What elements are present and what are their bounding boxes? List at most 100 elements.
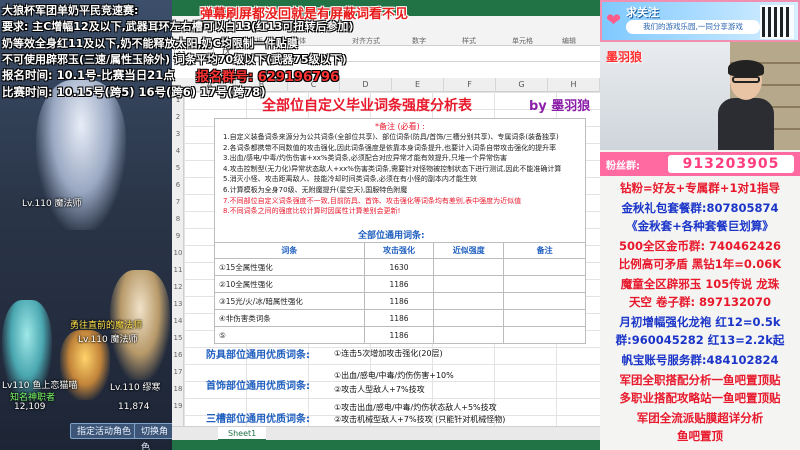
worksheet-grid[interactable]: 全部位自定义毕业词条强度分析表 by 墨羽狼 *备注 (必看) : 1.自定义装…	[184, 92, 600, 426]
row-header[interactable]: 17	[172, 368, 184, 376]
table-row[interactable]: ②10全属性强化 1186	[214, 275, 586, 293]
affix-attack[interactable]: 1630	[363, 258, 435, 276]
row-header[interactable]: 11	[172, 266, 184, 274]
affix-attack[interactable]: 1186	[363, 292, 435, 310]
affix-note[interactable]	[503, 275, 586, 293]
affix-attack[interactable]: 1186	[363, 309, 435, 327]
jewelry-affix-value[interactable]: ②攻击人型敌人+7%技攻	[334, 384, 425, 395]
promo-line: 500全区金币群: 740462426	[618, 239, 782, 253]
game-label-1: Lv.110 魔法师	[22, 199, 82, 209]
promo-line: 月初增幅强化龙袍 红12=0.5k	[619, 315, 781, 329]
column-header[interactable]: G	[496, 78, 548, 92]
select-event-character-button[interactable]: 指定活动角色	[70, 423, 139, 439]
note-line: 2.各词条都携带不同数值的攻击强化,因此词条强度是依靠本身词条提升,也要计入词条…	[223, 143, 557, 152]
overlay-line: 比赛时间: 10.15号(跨5) 16号(跨6) 17号(跨78)	[2, 85, 266, 99]
promo-line: 比例高可矛盾 黑钻1年=0.06K	[618, 257, 782, 271]
follow-tagline: 我们的游戏乐园,一同分享游戏	[626, 20, 760, 34]
table-row[interactable]: ④非伤害类词条 1186	[214, 309, 586, 327]
promo-line: 《金秋套+各种套餐巨划算》	[626, 219, 774, 233]
column-header[interactable]: F	[444, 78, 496, 92]
row-header[interactable]: 6	[172, 181, 184, 189]
overlay-line: 大狼杯军团单奶平民竞速赛:	[2, 4, 139, 17]
promo-line: 军团全流派贴膜超详分析	[636, 411, 764, 425]
table-header[interactable]: 词条	[214, 242, 365, 259]
ribbon-group-editing[interactable]: 编辑	[562, 36, 576, 46]
affix-note[interactable]	[503, 258, 586, 276]
promo-line: 军团全职搭配分析一鱼吧置顶贴	[619, 373, 781, 387]
affix-attack[interactable]: 1186	[363, 326, 435, 344]
affix-note[interactable]	[503, 326, 586, 344]
affix-approx[interactable]	[433, 309, 505, 327]
promo-line: 鱼吧置顶	[677, 429, 723, 443]
third-slot-affix-value[interactable]: ①攻击出血/感电/中毒/灼伤状态敌人+5%技攻	[334, 402, 497, 413]
note-line: 5.消灭小怪、攻击距离敌人、技能冷却时间类词条,必须在有小怪的副本内才能生效	[223, 175, 477, 184]
notes-title: *备注 (必看) :	[374, 122, 426, 131]
affix-name[interactable]: ⑤	[214, 326, 365, 344]
common-affix-title: 全部位通用词条:	[358, 231, 425, 241]
affix-table[interactable]: 词条 攻击强化 近似强度 备注 ①15全属性强化 1630 ②10全属性强化 1…	[214, 242, 586, 344]
game-label-2: 勇往直前的魔法师	[70, 321, 143, 331]
affix-approx[interactable]	[433, 258, 505, 276]
table-header[interactable]: 近似强度	[433, 242, 505, 259]
promo-line: 钻粉=好友+专属群+1对1指导	[620, 181, 780, 195]
affix-note[interactable]	[503, 309, 586, 327]
sheet-tab-bar: Sheet1	[172, 426, 600, 441]
affix-approx[interactable]	[433, 275, 505, 293]
row-header[interactable]: 7	[172, 198, 184, 206]
table-row[interactable]: ③15光/火/冰/暗属性强化 1186	[214, 292, 586, 310]
table-row[interactable]: ①15全属性强化 1630	[214, 258, 586, 276]
webcam-watermark: 墨羽狼	[606, 50, 643, 64]
note-line: 1.自定义装备词条来源分为公共词条(全部位共享)、部位词条(防具/首饰/三槽分别…	[223, 133, 559, 141]
affix-name[interactable]: ④非伤害类词条	[214, 309, 365, 327]
ribbon-group-number[interactable]: 数字	[412, 36, 426, 46]
table-row[interactable]: ⑤ 1186	[214, 326, 586, 344]
row-header[interactable]: 15	[172, 334, 184, 342]
sheet-tab[interactable]: Sheet1	[218, 427, 267, 441]
affix-attack[interactable]: 1186	[363, 275, 435, 293]
streamer-hair	[728, 60, 764, 76]
affix-approx[interactable]	[433, 326, 505, 344]
streamer-body	[718, 98, 774, 150]
row-header[interactable]: 2	[172, 113, 184, 121]
row-header[interactable]: 13	[172, 300, 184, 308]
row-header[interactable]: 5	[172, 164, 184, 172]
row-header[interactable]: 3	[172, 130, 184, 138]
column-header[interactable]: E	[392, 78, 444, 92]
row-header[interactable]: 9	[172, 232, 184, 240]
third-slot-affix-label: 三槽部位通用优质词条:	[206, 414, 310, 425]
armor-affix-value[interactable]: ①连击5次增加攻击强化(20层)	[334, 348, 443, 359]
row-header[interactable]: 12	[172, 283, 184, 291]
third-slot-affix-value[interactable]: ②攻击机械型敌人+7%技攻 (只能针对机械怪物)	[334, 414, 505, 425]
fans-group-number[interactable]: 913203905	[668, 155, 794, 173]
jewelry-affix-value[interactable]: ①出血/感电/中毒/灼伤伤害+10%	[334, 370, 454, 381]
game-label-8: 11,874	[118, 402, 150, 412]
row-header[interactable]: 8	[172, 215, 184, 223]
promo-line: 天空 卷子群: 897132070	[628, 295, 772, 309]
heart-icon: ❤	[606, 10, 622, 31]
ribbon-group-styles[interactable]: 样式	[462, 36, 476, 46]
table-header[interactable]: 攻击强化	[363, 242, 435, 259]
row-header[interactable]: 18	[172, 385, 184, 393]
note-line: 8.不同词条之间的强度比较计算时因属性计算差别会更新!	[223, 207, 401, 216]
row-header[interactable]: 16	[172, 351, 184, 359]
ribbon-group-cells[interactable]: 单元格	[512, 36, 533, 46]
promo-line: 魔童全区辟邪玉 105传说 龙珠	[620, 277, 780, 291]
row-header[interactable]: 14	[172, 317, 184, 325]
follow-banner[interactable]: ❤ 求关注 我们的游戏乐园,一同分享游戏	[600, 0, 800, 42]
row-header[interactable]: 19	[172, 402, 184, 410]
affix-name[interactable]: ①15全属性强化	[214, 258, 365, 276]
affix-note[interactable]	[503, 292, 586, 310]
sheet-title: 全部位自定义毕业词条强度分析表	[262, 98, 472, 114]
ribbon-group-alignment[interactable]: 对齐方式	[352, 36, 380, 46]
affix-name[interactable]: ③15光/火/冰/暗属性强化	[214, 292, 365, 310]
affix-name[interactable]: ②10全属性强化	[214, 275, 365, 293]
column-header[interactable]: H	[548, 78, 600, 92]
fans-group-bar: 粉丝群: 913203905	[600, 152, 800, 176]
row-header[interactable]: 10	[172, 249, 184, 257]
row-header[interactable]: 4	[172, 147, 184, 155]
affix-approx[interactable]	[433, 292, 505, 310]
table-header[interactable]: 备注	[503, 242, 586, 259]
promo-line: 金秋礼包套餐群:807805874	[621, 201, 779, 215]
streamer-avatar	[718, 60, 774, 150]
column-header[interactable]: D	[340, 78, 392, 92]
